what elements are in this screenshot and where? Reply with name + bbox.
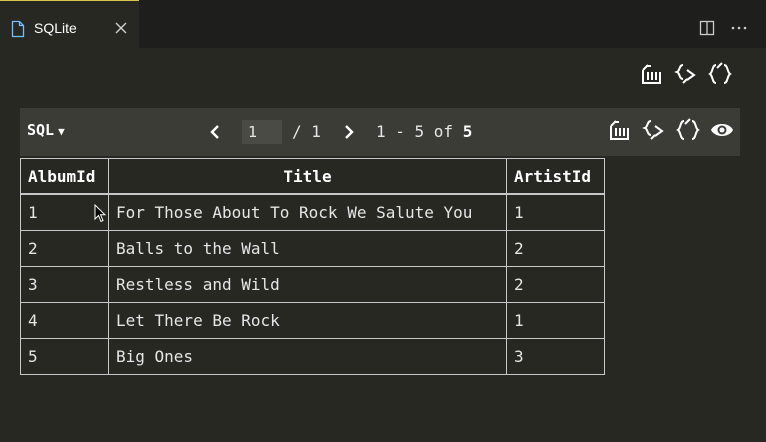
results-toolbar: SQL▼ / 1 1 - 5 of 5 bbox=[20, 108, 740, 156]
caret-down-icon: ▼ bbox=[58, 125, 65, 138]
page-input[interactable] bbox=[242, 120, 282, 144]
mouse-pointer-icon bbox=[94, 204, 106, 223]
tab-title: SQLite bbox=[34, 20, 77, 36]
table-row: 2 Balls to the Wall 2 bbox=[20, 230, 605, 267]
table-header-row: AlbumId Title ArtistId bbox=[20, 158, 605, 195]
chevron-left-icon[interactable] bbox=[208, 124, 222, 140]
table-cell[interactable]: Restless and Wild bbox=[108, 266, 507, 303]
table-cell[interactable]: Let There Be Rock bbox=[108, 302, 507, 339]
table-row: 1 For Those About To Rock We Salute You … bbox=[20, 193, 605, 231]
table-row: 5 Big Ones 3 bbox=[20, 338, 605, 375]
column-header-albumid[interactable]: AlbumId bbox=[20, 158, 109, 195]
export-csv-icon[interactable] bbox=[640, 62, 664, 86]
row-range-text: 1 - 5 of bbox=[376, 122, 454, 141]
table-row: 3 Restless and Wild 2 bbox=[20, 266, 605, 303]
table-cell[interactable]: Balls to the Wall bbox=[108, 230, 507, 267]
table-cell[interactable]: 5 bbox=[20, 338, 109, 375]
table-cell[interactable]: 2 bbox=[506, 230, 605, 267]
table-cell[interactable]: For Those About To Rock We Salute You bbox=[108, 193, 507, 231]
column-header-artistid[interactable]: ArtistId bbox=[506, 158, 605, 195]
table-cell[interactable]: 4 bbox=[20, 302, 109, 339]
export-json-icon[interactable] bbox=[674, 62, 698, 86]
open-json-icon[interactable] bbox=[708, 62, 732, 86]
split-editor-icon[interactable] bbox=[699, 20, 715, 36]
eye-icon[interactable] bbox=[710, 118, 734, 142]
export-csv-icon[interactable] bbox=[608, 118, 632, 142]
row-range: 1 - 5 of 5 bbox=[376, 122, 472, 141]
table-cell[interactable]: 2 bbox=[506, 266, 605, 303]
table-cell[interactable]: 3 bbox=[20, 266, 109, 303]
tab-sqlite[interactable]: SQLite bbox=[0, 0, 139, 48]
results-table: AlbumId Title ArtistId 1 For Those About… bbox=[20, 158, 605, 375]
close-icon[interactable] bbox=[114, 21, 128, 35]
tab-bar: SQLite bbox=[0, 0, 766, 48]
sql-dropdown-label: SQL bbox=[27, 121, 55, 139]
table-cell[interactable]: 1 bbox=[506, 302, 605, 339]
table-cell[interactable]: Big Ones bbox=[108, 338, 507, 375]
table-cell[interactable]: 1 bbox=[506, 193, 605, 231]
page-total: / 1 bbox=[292, 122, 321, 141]
table-cell[interactable]: 2 bbox=[20, 230, 109, 267]
column-header-title[interactable]: Title bbox=[108, 158, 507, 195]
file-icon bbox=[11, 20, 25, 38]
total-rows: 5 bbox=[462, 122, 473, 141]
open-json-icon[interactable] bbox=[676, 118, 700, 142]
table-row: 4 Let There Be Rock 1 bbox=[20, 302, 605, 339]
more-actions-icon[interactable] bbox=[730, 20, 748, 36]
chevron-right-icon[interactable] bbox=[342, 124, 356, 140]
sql-dropdown[interactable]: SQL ▼ bbox=[27, 121, 65, 139]
table-cell[interactable]: 3 bbox=[506, 338, 605, 375]
export-json-icon[interactable] bbox=[642, 118, 666, 142]
